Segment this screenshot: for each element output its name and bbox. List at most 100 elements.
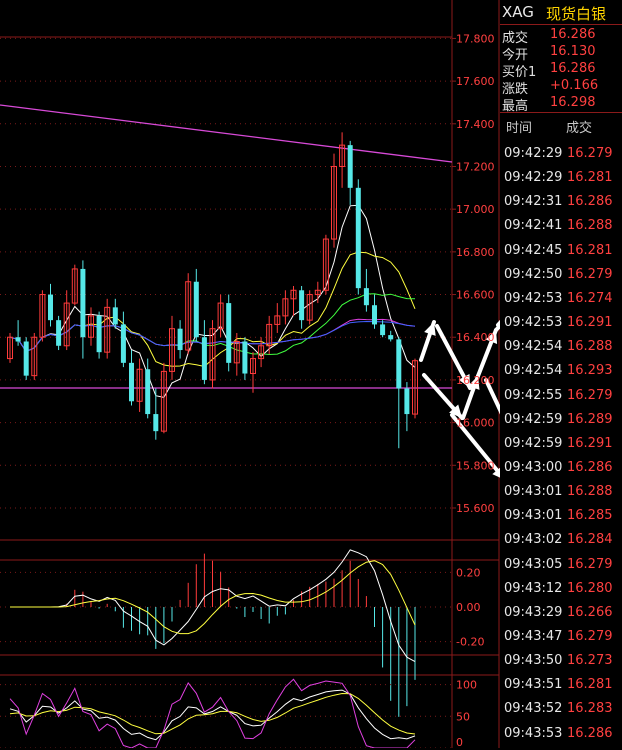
tick-row: 09:43:05 16.279	[500, 557, 622, 581]
tick-row: 09:42:53 16.274	[500, 291, 622, 315]
candle-body	[347, 145, 353, 188]
price-tick-label: 15.800	[456, 459, 495, 472]
candle-body	[404, 388, 410, 415]
tick-time: 09:42:50	[504, 266, 563, 282]
tick-row: 09:42:45 16.281	[500, 243, 622, 267]
candle-body	[96, 315, 102, 353]
tick-row: 09:42:54 16.288	[500, 339, 622, 363]
tick-price: 16.289	[567, 411, 613, 427]
quote-label: 最高	[502, 99, 529, 114]
candle-body	[242, 341, 248, 374]
quote-value: 16.286	[550, 27, 596, 42]
tick-price: 16.288	[567, 339, 613, 355]
candles	[7, 132, 418, 449]
candle-body	[48, 294, 53, 321]
tick-row: 09:43:00 16.286	[500, 460, 622, 484]
candle-body	[388, 335, 394, 340]
tick-price: 16.279	[567, 387, 613, 403]
tick-time: 09:42:59	[504, 435, 563, 451]
tick-time: 09:43:29	[504, 604, 563, 620]
tick-price: 16.286	[567, 459, 613, 475]
tick-list[interactable]: 时间 成交 09:42:29 16.279 09:42:29 16.281 09:42:…	[500, 113, 622, 748]
quote-row: 今开 16.130	[500, 44, 622, 63]
kdj-panel: 100 50 0	[0, 678, 477, 748]
tick-time: 09:43:12	[504, 580, 563, 596]
tick-row: 09:43:12 16.280	[500, 581, 622, 605]
tick-row: 09:42:41 16.288	[500, 218, 622, 242]
tick-price: 16.286	[567, 194, 613, 210]
quote-row: 最高 16.298	[500, 95, 622, 114]
tick-row: 09:42:29 16.281	[500, 170, 622, 194]
tick-time: 09:42:29	[504, 146, 563, 161]
time-column-header: 时间	[506, 121, 533, 136]
quote-row: 成交 16.286	[500, 27, 622, 46]
tick-price: 16.274	[567, 290, 613, 306]
tick-price: 16.291	[567, 315, 613, 331]
annotation-arrows	[419, 319, 500, 478]
tick-price: 16.283	[567, 701, 613, 717]
tick-row: 09:43:51 16.281	[500, 677, 622, 701]
tick-time: 09:42:45	[504, 242, 563, 258]
tick-row: 09:43:01 16.288	[500, 484, 622, 508]
annotation-arrowhead	[424, 322, 436, 336]
macd-tick-label: 0.20	[456, 566, 481, 579]
tick-price: 16.281	[567, 677, 613, 693]
quote-value: 16.298	[550, 95, 596, 110]
candle-body	[15, 337, 21, 342]
tick-time: 09:43:47	[504, 629, 563, 644]
indicator-lines	[0, 104, 453, 398]
kdj-tick-label: 50	[456, 710, 470, 723]
price-tick-label: 16.600	[456, 289, 495, 302]
tick-price: 16.291	[567, 435, 613, 451]
tick-row: 09:42:54 16.293	[500, 363, 622, 387]
tick-price: 16.288	[567, 484, 613, 500]
tick-time: 09:43:01	[504, 484, 563, 500]
tick-list-header: 时间 成交	[500, 117, 622, 137]
candle-body	[193, 281, 199, 338]
tick-time: 09:43:52	[504, 701, 563, 717]
candle-body	[129, 362, 134, 402]
tick-price: 16.279	[567, 266, 613, 282]
tick-time: 09:43:51	[504, 677, 563, 693]
tick-time: 09:42:29	[504, 170, 563, 186]
tick-row: 09:43:29 16.266	[500, 605, 622, 629]
candle-body	[201, 337, 207, 380]
candle-body	[226, 303, 232, 363]
tick-price: 16.286	[567, 725, 613, 741]
candle-body	[363, 288, 369, 306]
tick-time: 09:43:01	[504, 508, 563, 524]
tick-row: 09:42:29 16.279	[500, 146, 622, 170]
symbol-code: XAG	[502, 3, 534, 21]
tick-price: 16.284	[567, 532, 613, 548]
quote-row: 买价1 16.286	[500, 61, 622, 80]
symbol-name: 现货白银	[546, 5, 607, 23]
tick-row: 09:42:55 16.279	[500, 388, 622, 412]
trendline-resistance	[0, 104, 453, 163]
tick-price: 16.285	[567, 508, 613, 524]
tick-price: 16.281	[567, 170, 613, 186]
price-tick-label: 17.400	[456, 118, 495, 131]
price-tick-label: 16.800	[456, 246, 495, 259]
macd-tick-label: -0.20	[456, 636, 484, 649]
price-tick-label: 17.000	[456, 203, 495, 216]
kdj-k-line	[9, 689, 416, 741]
candle-body	[380, 324, 386, 336]
tick-row: 09:42:59 16.289	[500, 412, 622, 436]
kdj-d-line	[9, 692, 416, 735]
tick-time: 09:43:00	[504, 459, 563, 475]
tick-time: 09:42:54	[504, 339, 563, 355]
candle-body	[299, 290, 305, 321]
tick-price: 16.293	[567, 363, 613, 379]
symbol-header: XAG 现货白银	[500, 0, 622, 25]
price-tick-label: 16.200	[456, 374, 495, 387]
tick-row: 09:43:02 16.284	[500, 532, 622, 556]
quote-panel: 成交 16.286 今开 16.130 买价1 16.286 涨跌 +0.166 最高 16.29…	[500, 24, 622, 114]
candle-body	[177, 328, 183, 351]
candle-body	[112, 307, 118, 325]
candle-body	[145, 369, 151, 415]
candlestick-chart: 0.20 0.00 -0.20 100 50 0 17.800 17.600 17.400 1…	[0, 0, 500, 748]
tick-price: 16.288	[567, 218, 613, 234]
tick-row: 09:42:53 16.291	[500, 315, 622, 339]
tick-row: 09:42:50 16.279	[500, 267, 622, 291]
tick-time: 09:42:55	[504, 387, 563, 403]
